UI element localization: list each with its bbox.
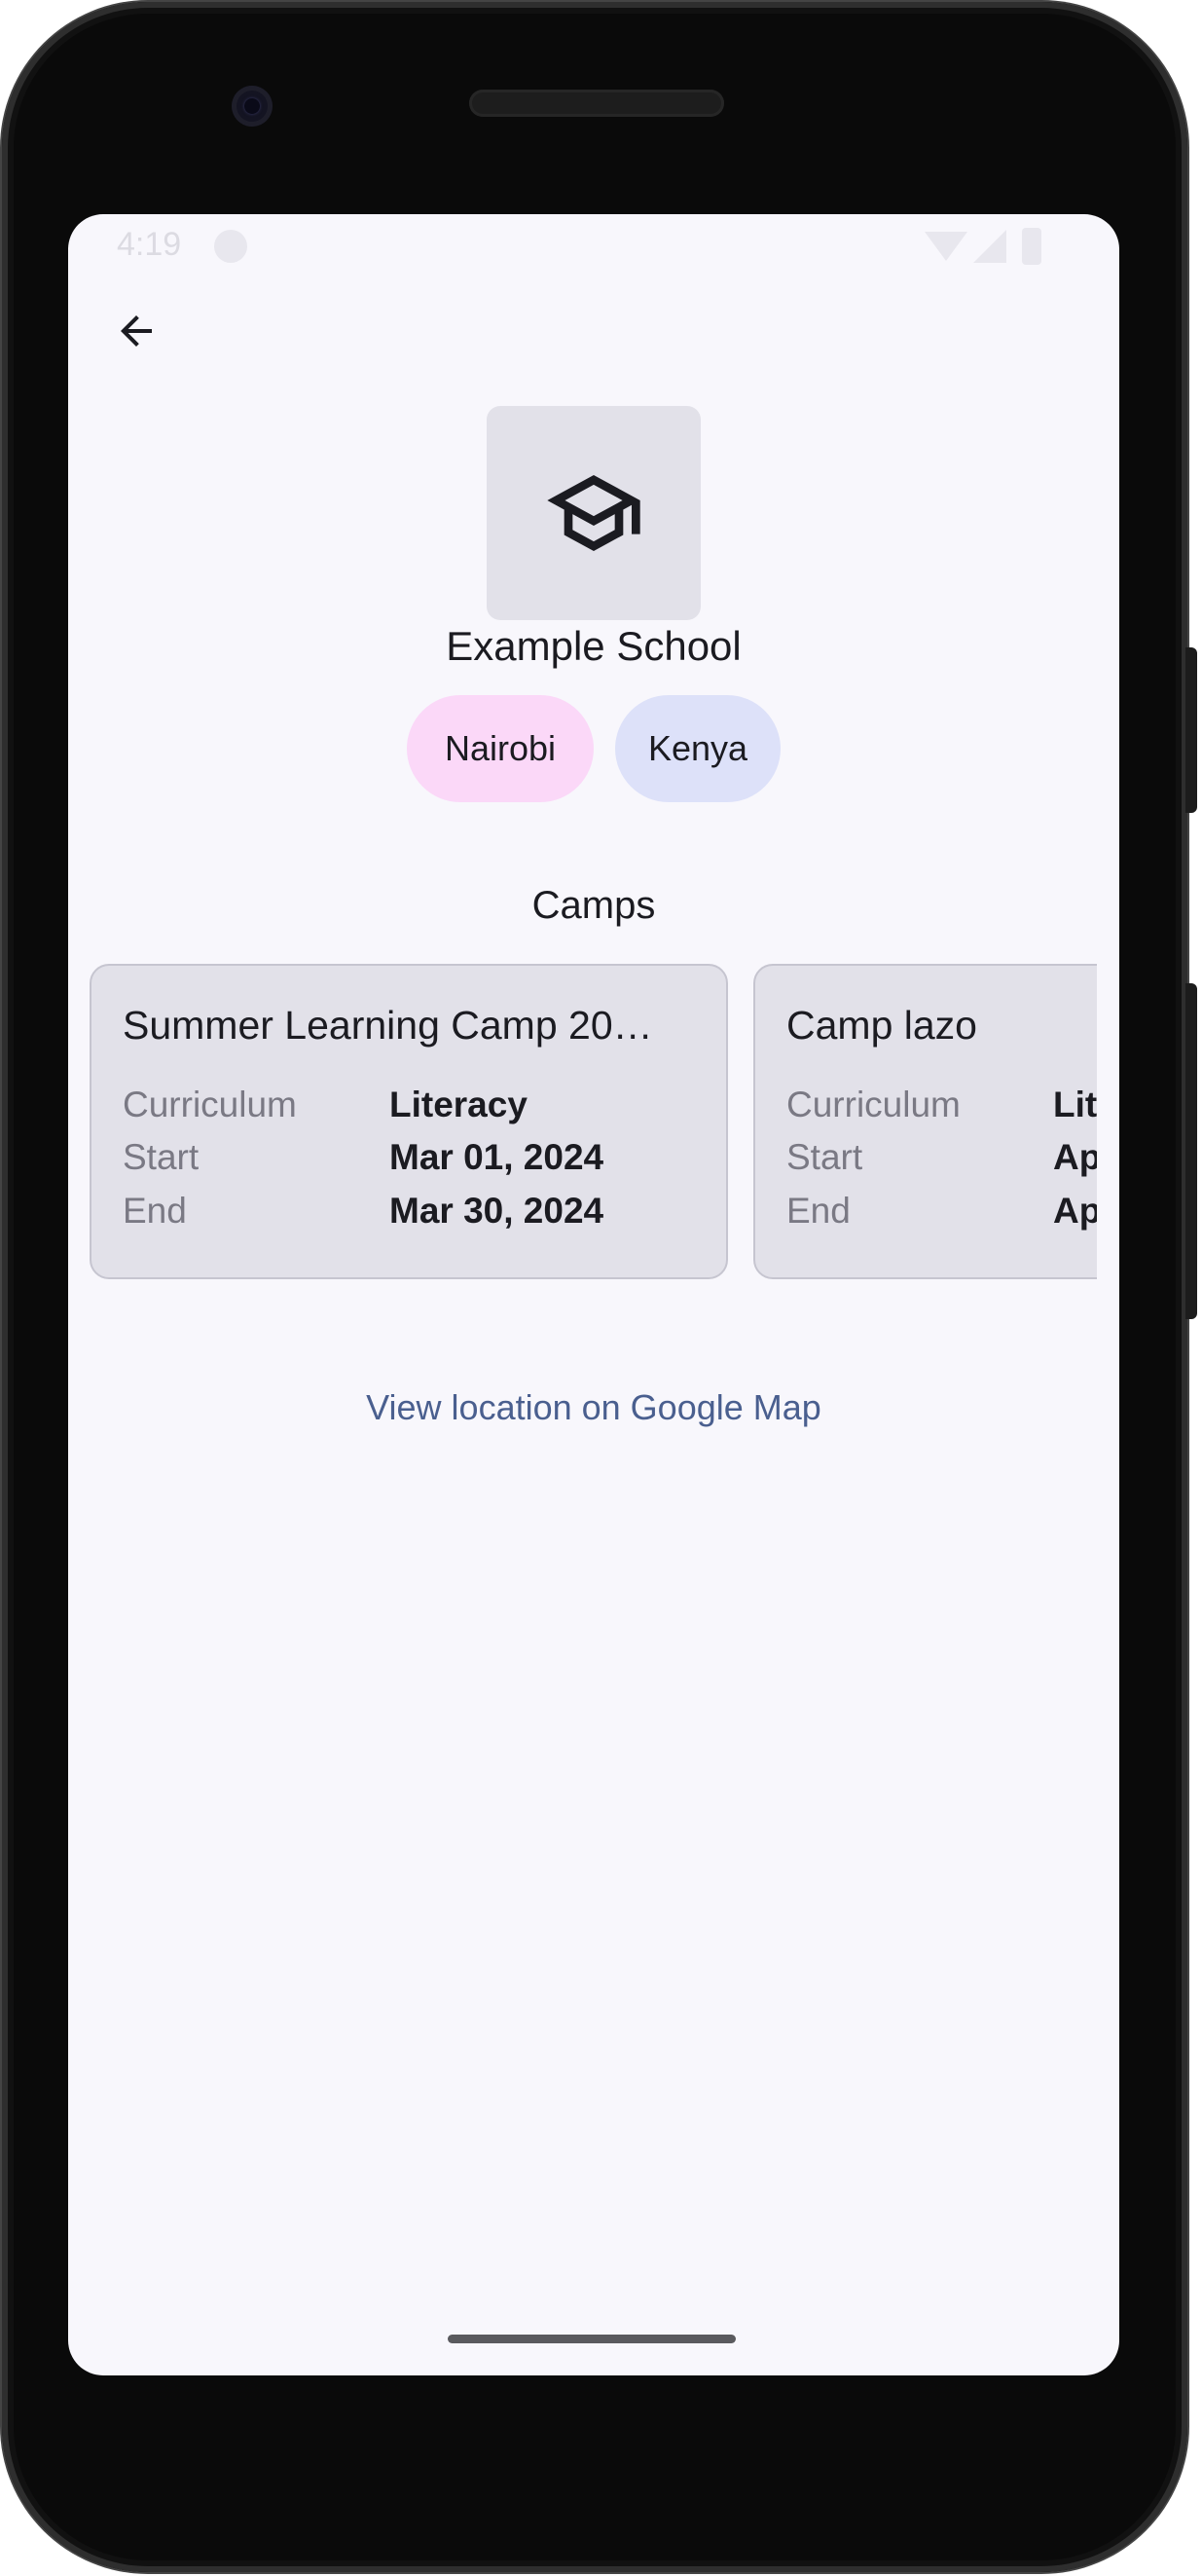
back-button[interactable]: [97, 292, 175, 370]
camp-card[interactable]: Summer Learning Camp 20… Curriculum Lite…: [90, 964, 728, 1279]
camp-field-value: Literacy: [389, 1085, 528, 1124]
volume-button: [1185, 983, 1197, 1319]
home-indicator[interactable]: [448, 2335, 736, 2343]
status-bar: 4:19: [68, 214, 1119, 282]
view-map-link[interactable]: View location on Google Map: [68, 1387, 1119, 1428]
camp-field-label: End: [786, 1191, 851, 1231]
camp-field-label: Start: [786, 1137, 863, 1177]
camp-field-label: Start: [123, 1137, 200, 1177]
battery-icon: [1022, 228, 1041, 265]
chip-country[interactable]: Kenya: [615, 695, 781, 802]
camp-field-value: Lit: [1053, 1085, 1097, 1124]
front-camera: [232, 86, 273, 127]
location-chips: Nairobi Kenya: [68, 695, 1119, 802]
camp-field-value: Mar 30, 2024: [389, 1191, 604, 1231]
camp-card[interactable]: Camp lazo Curriculum Lit Start Ap End Ap: [753, 964, 1097, 1279]
wifi-icon: [925, 232, 967, 261]
camp-field-value: Mar 01, 2024: [389, 1137, 604, 1177]
camp-title: Summer Learning Camp 20…: [123, 1003, 653, 1048]
chip-city[interactable]: Nairobi: [407, 695, 594, 802]
earpiece-speaker: [469, 90, 724, 117]
school-avatar: [487, 406, 701, 620]
camps-carousel[interactable]: Summer Learning Camp 20… Curriculum Lite…: [90, 964, 1097, 1285]
graduation-cap-icon: [547, 475, 640, 551]
school-name: Example School: [446, 623, 742, 669]
camp-title: Camp lazo: [786, 1003, 977, 1048]
camp-field-label: End: [123, 1191, 187, 1231]
status-time: 4:19: [117, 226, 182, 263]
app-screen: 4:19 Example School Nairobi Kenya Camps …: [68, 214, 1119, 2375]
camp-field-label: Curriculum: [123, 1085, 297, 1124]
camp-field-value: Ap: [1053, 1137, 1097, 1177]
camp-field-label: Curriculum: [786, 1085, 961, 1124]
power-button: [1185, 647, 1197, 813]
camp-field-value: Ap: [1053, 1191, 1097, 1231]
notification-icon: [214, 230, 247, 263]
camps-heading: Camps: [531, 884, 656, 927]
signal-icon: [973, 230, 1006, 263]
arrow-back-icon: [121, 315, 152, 347]
